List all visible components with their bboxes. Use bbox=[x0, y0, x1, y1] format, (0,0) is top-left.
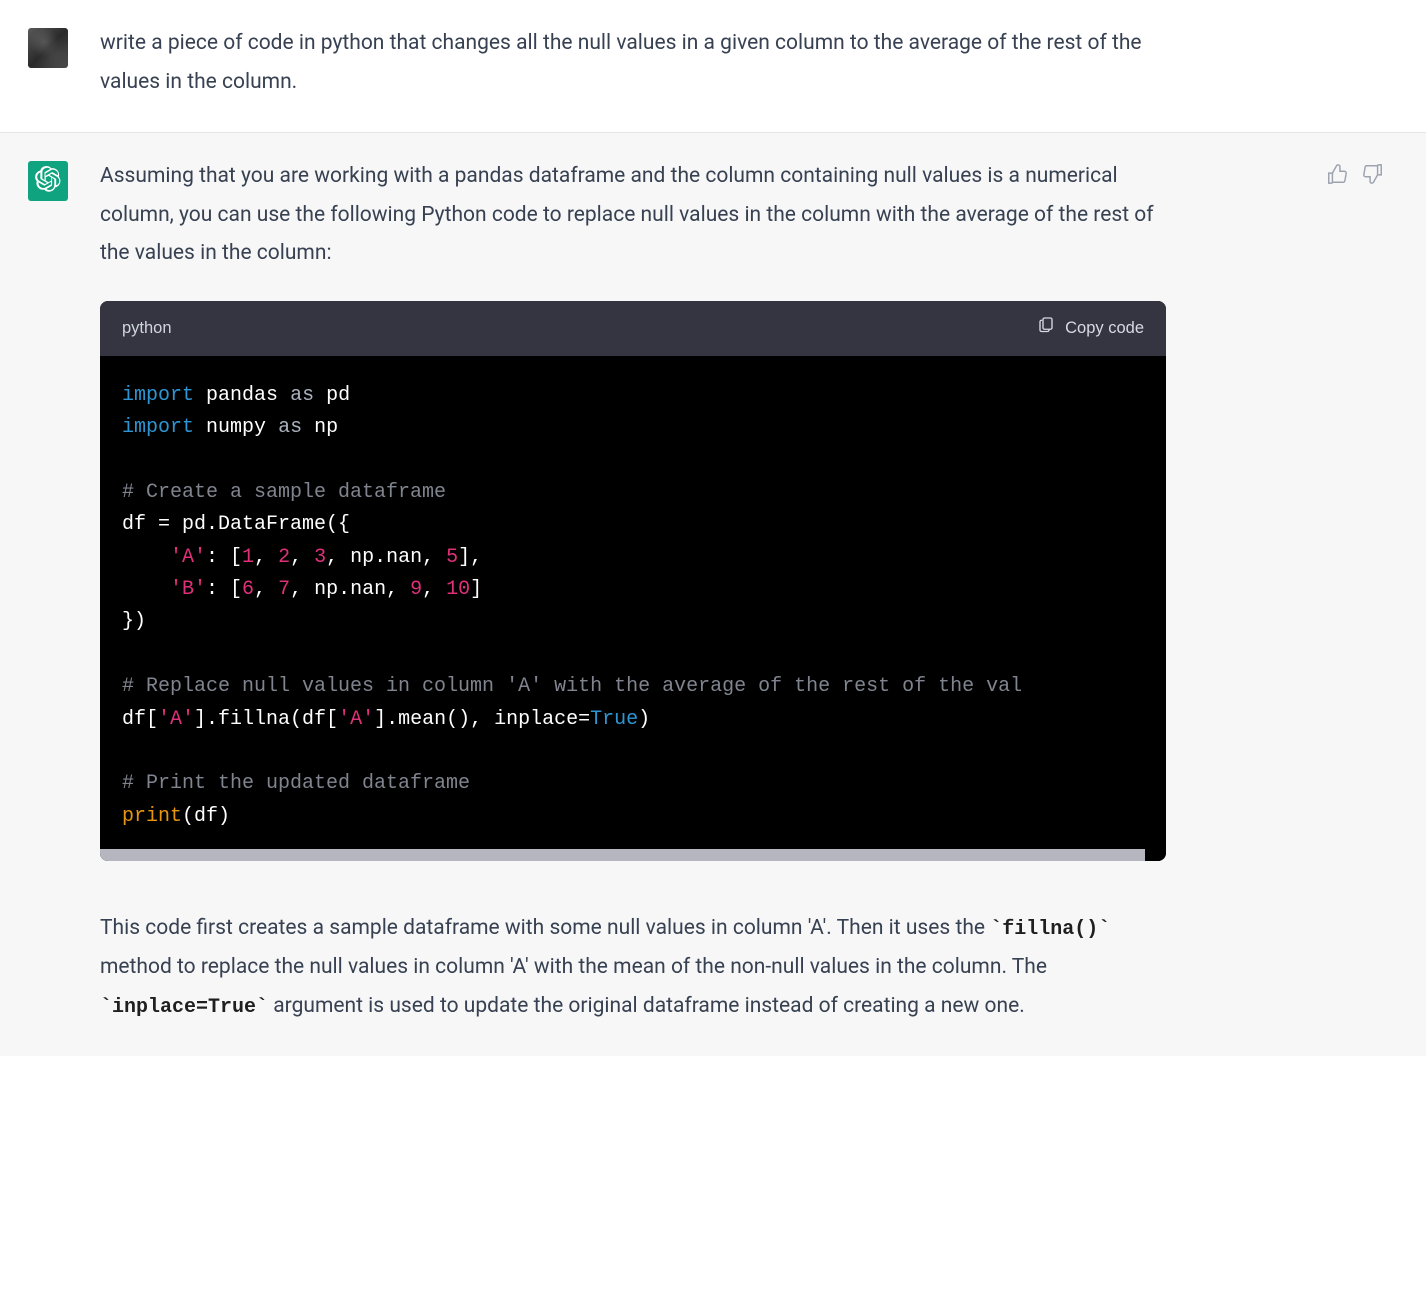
user-avatar bbox=[28, 28, 68, 68]
assistant-avatar bbox=[28, 161, 68, 201]
openai-logo-icon bbox=[35, 166, 61, 196]
code-language-label: python bbox=[122, 313, 172, 344]
code-scrollbar-thumb[interactable] bbox=[100, 849, 1145, 861]
user-avatar-col bbox=[0, 24, 100, 102]
code-body-wrap: import pandas as pd import numpy as np #… bbox=[100, 356, 1166, 861]
feedback-buttons bbox=[1306, 157, 1426, 1026]
user-feedback-spacer bbox=[1306, 24, 1426, 102]
clipboard-icon bbox=[1037, 313, 1055, 344]
thumbs-down-icon bbox=[1362, 170, 1384, 189]
code-content: import pandas as pd import numpy as np #… bbox=[122, 380, 1144, 833]
user-message-content: write a piece of code in python that cha… bbox=[100, 24, 1306, 102]
thumbs-up-button[interactable] bbox=[1326, 163, 1348, 185]
assistant-avatar-col bbox=[0, 157, 100, 1026]
code-header: python Copy code bbox=[100, 301, 1166, 356]
code-horizontal-scrollbar[interactable] bbox=[100, 849, 1166, 861]
thumbs-down-button[interactable] bbox=[1362, 163, 1384, 185]
user-message-row: write a piece of code in python that cha… bbox=[0, 0, 1426, 133]
assistant-intro-text: Assuming that you are working with a pan… bbox=[100, 157, 1166, 274]
assistant-message-row: Assuming that you are working with a pan… bbox=[0, 133, 1426, 1056]
copy-code-label: Copy code bbox=[1065, 313, 1144, 344]
assistant-message-content: Assuming that you are working with a pan… bbox=[100, 157, 1306, 1026]
code-block: python Copy code import pandas as pd imp… bbox=[100, 301, 1166, 861]
code-body[interactable]: import pandas as pd import numpy as np #… bbox=[100, 356, 1166, 849]
assistant-outro-text: This code first creates a sample datafra… bbox=[100, 909, 1166, 1026]
copy-code-button[interactable]: Copy code bbox=[1037, 313, 1144, 344]
user-message-text: write a piece of code in python that cha… bbox=[100, 24, 1166, 102]
thumbs-up-icon bbox=[1326, 170, 1348, 189]
